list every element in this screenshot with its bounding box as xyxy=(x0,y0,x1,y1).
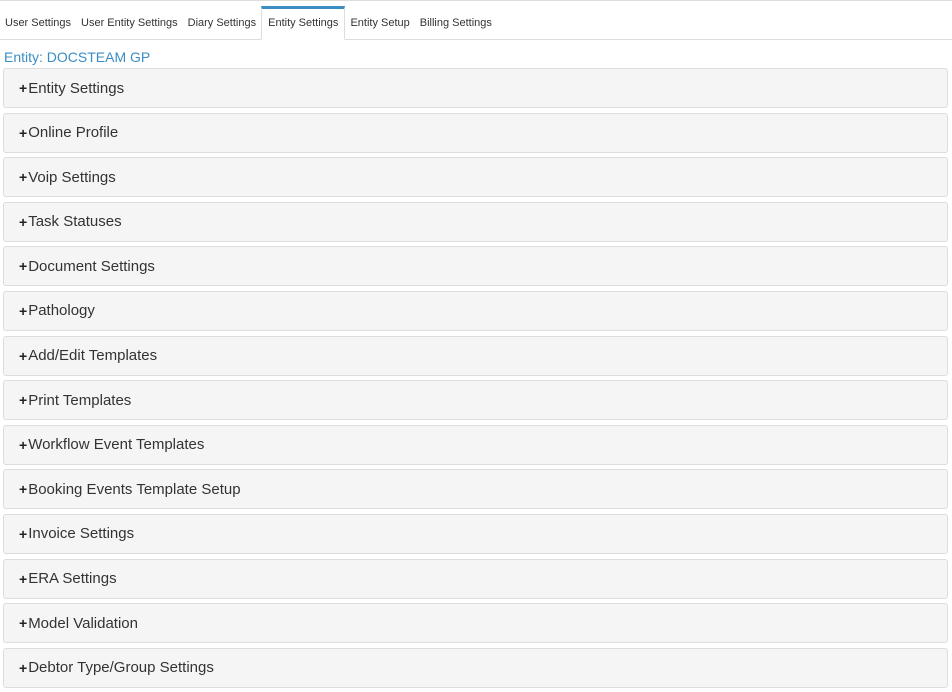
tab-entity-settings[interactable]: Entity Settings xyxy=(261,6,346,40)
panel-era-settings[interactable]: + ERA Settings xyxy=(3,558,948,599)
expand-plus-icon: + xyxy=(19,347,28,364)
panel-title: ERA Settings xyxy=(28,570,117,588)
panel-online-profile[interactable]: + Online Profile xyxy=(3,112,948,153)
expand-plus-icon: + xyxy=(19,615,28,632)
panel-title: Invoice Settings xyxy=(28,525,135,543)
expand-plus-icon: + xyxy=(19,124,28,141)
panel-title: Online Profile xyxy=(28,124,119,142)
panel-title: Add/Edit Templates xyxy=(28,347,158,365)
tab-diary-settings[interactable]: Diary Settings xyxy=(183,6,261,39)
panel-title: Debtor Type/Group Settings xyxy=(28,659,214,677)
panel-debtor-type-group-settings[interactable]: + Debtor Type/Group Settings xyxy=(3,647,948,688)
expand-plus-icon: + xyxy=(19,392,28,409)
settings-tabs: User Settings User Entity Settings Diary S… xyxy=(0,6,952,40)
expand-plus-icon: + xyxy=(19,659,28,676)
tab-user-entity-settings[interactable]: User Entity Settings xyxy=(76,6,183,39)
panel-invoice-settings[interactable]: + Invoice Settings xyxy=(3,513,948,554)
tab-billing-settings[interactable]: Billing Settings xyxy=(415,6,497,39)
panel-add-edit-templates[interactable]: + Add/Edit Templates xyxy=(3,335,948,376)
panel-voip-settings[interactable]: + Voip Settings xyxy=(3,157,948,198)
tab-entity-setup[interactable]: Entity Setup xyxy=(345,6,414,39)
panel-workflow-event-templates[interactable]: + Workflow Event Templates xyxy=(3,424,948,465)
expand-plus-icon: + xyxy=(19,258,28,275)
expand-plus-icon: + xyxy=(19,570,28,587)
expand-plus-icon: + xyxy=(19,80,28,96)
panel-title: Entity Settings xyxy=(28,79,125,97)
panel-entity-settings[interactable]: + Entity Settings xyxy=(3,68,948,108)
expand-plus-icon: + xyxy=(19,481,28,498)
panel-title: Task Statuses xyxy=(28,213,122,231)
panel-title: Model Validation xyxy=(28,614,138,632)
panel-title: Document Settings xyxy=(28,257,155,275)
panel-title: Voip Settings xyxy=(28,168,116,186)
panel-task-statuses[interactable]: + Task Statuses xyxy=(3,201,948,242)
panel-booking-events-template-setup[interactable]: + Booking Events Template Setup xyxy=(3,469,948,510)
expand-plus-icon: + xyxy=(19,436,28,453)
panel-title: Workflow Event Templates xyxy=(28,436,205,454)
entity-label: Entity: DOCSTEAM GP xyxy=(4,49,151,65)
settings-panels: + Entity Settings + Online Profile + Voip Set… xyxy=(3,68,948,692)
panel-document-settings[interactable]: + Document Settings xyxy=(3,246,948,287)
expand-plus-icon: + xyxy=(19,169,28,186)
panel-print-templates[interactable]: + Print Templates xyxy=(3,380,948,421)
panel-title: Print Templates xyxy=(28,391,132,409)
panel-pathology[interactable]: + Pathology xyxy=(3,290,948,331)
panel-title: Pathology xyxy=(28,302,95,320)
expand-plus-icon: + xyxy=(19,213,28,230)
panel-title: Booking Events Template Setup xyxy=(28,480,241,498)
panel-model-validation[interactable]: + Model Validation xyxy=(3,603,948,644)
expand-plus-icon: + xyxy=(19,302,28,319)
tab-user-settings[interactable]: User Settings xyxy=(0,6,76,39)
expand-plus-icon: + xyxy=(19,525,28,542)
